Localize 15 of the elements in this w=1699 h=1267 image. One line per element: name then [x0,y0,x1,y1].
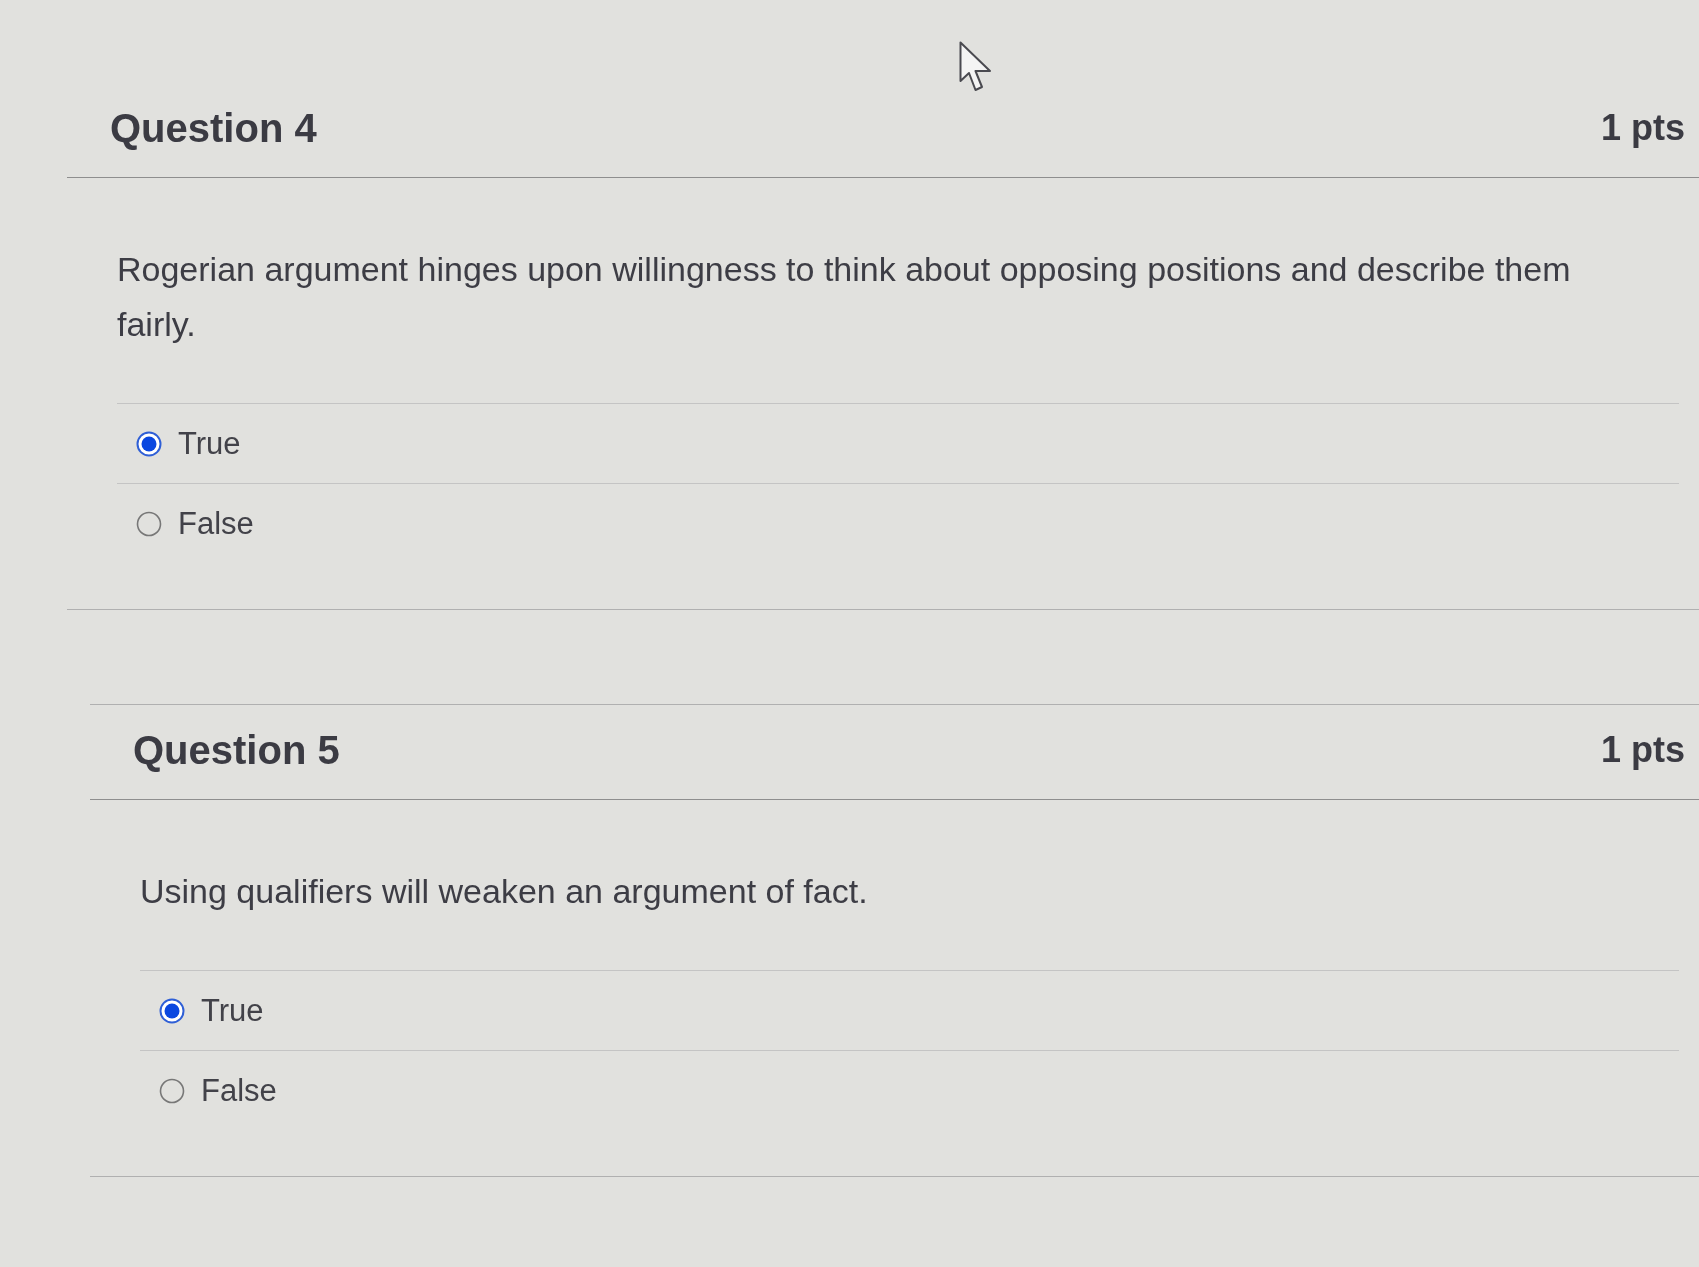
radio-button[interactable] [136,510,162,537]
question-text: Rogerian argument hinges upon willingness to think about opposing positions and describe them fairly. [117,249,1572,345]
question-title: Question 4 [110,105,317,151]
points-label: 1 pts [1600,728,1685,772]
points-label: 1 pts [1600,106,1685,150]
mouse-pointer-icon [959,41,993,93]
radio-button[interactable] [159,997,185,1024]
answer-label[interactable]: True [201,990,264,1031]
answer-label[interactable]: True [178,423,241,464]
answer-label[interactable]: False [201,1070,277,1111]
radio-button[interactable] [136,430,162,457]
radio-button[interactable] [159,1077,185,1104]
question-text: Using qualifiers will weaken an argument of fact. [140,871,869,912]
answer-label[interactable]: False [178,503,254,544]
question-title: Question 5 [133,727,340,773]
